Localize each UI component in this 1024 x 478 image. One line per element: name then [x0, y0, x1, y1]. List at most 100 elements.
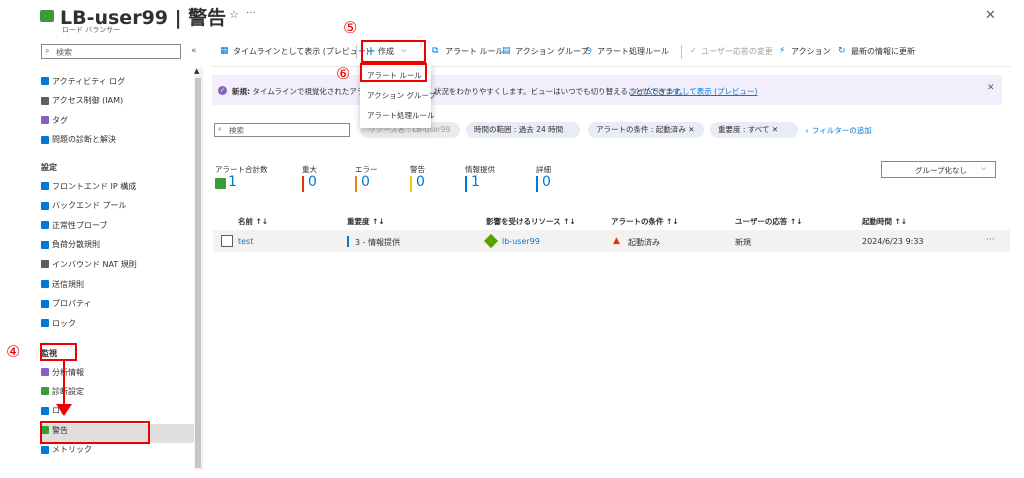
outbound-rules-icon: [41, 280, 49, 288]
filter-search-placeholder: 検索: [229, 126, 244, 135]
column-header-response[interactable]: ユーザーの応答 ↑↓: [735, 216, 803, 227]
annotation-box-monitoring: [40, 343, 77, 361]
sidebar-item[interactable]: アクティビティ ログ: [52, 73, 125, 89]
annotation-box-create: [361, 40, 426, 63]
sidebar-item[interactable]: バックエンド プール: [52, 198, 127, 214]
count-bar: [302, 176, 304, 192]
column-header-severity[interactable]: 重要度 ↑↓: [347, 216, 385, 227]
insights-icon: [41, 368, 49, 376]
star-icon[interactable]: ☆: [229, 8, 239, 21]
annotation-box-alert-rule: [360, 63, 427, 82]
sidebar-item[interactable]: 正常性プローブ: [52, 217, 108, 233]
severity-bar: [347, 236, 349, 247]
count-bar: [536, 176, 538, 192]
tag-icon: [41, 116, 49, 124]
sidebar-divider: [202, 68, 203, 470]
close-icon[interactable]: ✕: [985, 8, 996, 23]
filter-icon: ⍖: [805, 126, 810, 135]
menu-item-processing-rule[interactable]: アラート処理ルール: [367, 110, 435, 121]
response-value: 新規: [735, 238, 751, 247]
fired-time-value: 2024/6/23 9:33: [862, 237, 924, 246]
alert-rules-icon: ⧉: [432, 46, 439, 56]
remove-filter-icon[interactable]: ✕: [772, 125, 778, 134]
actions-icon: ⚡: [779, 46, 786, 56]
annotation-step-4: ④: [6, 342, 21, 361]
sidebar-item[interactable]: アクセス制御 (IAM): [52, 93, 123, 109]
condition-value: 起動済み: [628, 238, 660, 247]
nat-rules-icon: [41, 260, 49, 269]
count-value[interactable]: 0: [542, 174, 551, 190]
change-response-button[interactable]: ユーザー応答の変更: [701, 46, 773, 57]
backend-pool-icon: [41, 201, 49, 210]
logs-icon: [41, 406, 49, 415]
diagnostic-settings-icon: [41, 387, 49, 396]
alert-processing-rules-button[interactable]: アラート処理ルール: [597, 46, 669, 57]
annotation-step-5: ⑤: [343, 18, 358, 37]
count-bar: [410, 176, 412, 192]
remove-filter-icon[interactable]: ✕: [688, 125, 694, 134]
column-header-time[interactable]: 起動時間 ↑↓: [862, 216, 907, 227]
severity-value: 3 - 情報提供: [355, 238, 401, 247]
resource-link[interactable]: lb-user99: [502, 237, 540, 246]
menu-item-action-group[interactable]: アクション グループ: [367, 90, 436, 101]
column-header-resource[interactable]: 影響を受けるリソース ↑↓: [486, 216, 576, 227]
check-icon: ✓: [690, 46, 697, 55]
annotation-arrow-line: [63, 360, 65, 410]
timeline-icon: ▦: [220, 46, 229, 56]
sidebar-item[interactable]: ロック: [52, 315, 76, 331]
sidebar-item[interactable]: 問題の診断と解決: [52, 132, 116, 148]
lock-icon: [41, 319, 49, 328]
collapse-sidebar-icon[interactable]: «: [191, 46, 197, 56]
scroll-up-icon[interactable]: ▲: [194, 67, 199, 75]
alert-rules-button[interactable]: アラート ルール: [445, 46, 504, 57]
count-value[interactable]: 1: [228, 174, 237, 190]
toolbar-divider: [211, 66, 1011, 67]
row-more-icon[interactable]: ···: [986, 235, 995, 245]
metrics-icon: [41, 445, 49, 454]
page-subtitle: ロード バランサー: [62, 26, 121, 34]
sidebar-item[interactable]: タグ: [52, 112, 68, 128]
banner-text: 新規: タイムラインで視覚化されたアラー 状況をわかりやすくします。ビューはいつで…: [232, 87, 688, 96]
refresh-button[interactable]: 最新の情報に更新: [851, 46, 915, 57]
section-settings: 設定: [41, 163, 57, 172]
banner-link[interactable]: タイムラインとして表示 (プレビュー): [630, 86, 758, 97]
action-groups-button[interactable]: アクション グループ: [515, 46, 589, 57]
count-value[interactable]: 0: [361, 174, 370, 190]
action-groups-icon: ▤: [502, 46, 511, 56]
sidebar-item[interactable]: 診断設定: [52, 383, 84, 399]
alert-name-link[interactable]: test: [238, 237, 253, 246]
count-label: 情報提供: [465, 165, 495, 174]
activity-log-icon: [41, 77, 49, 85]
count-value[interactable]: 0: [416, 174, 425, 190]
alerts-total-icon: [215, 178, 226, 189]
sidebar-search-placeholder: 検索: [56, 48, 72, 57]
timeline-view-button[interactable]: タイムラインとして表示 (プレビュー): [233, 46, 369, 57]
chevron-down-icon: ⌵: [981, 164, 987, 172]
banner-close-icon[interactable]: ✕: [987, 83, 995, 93]
search-icon: ⌕: [218, 125, 222, 133]
frontend-ip-icon: [41, 182, 49, 190]
add-filter-button[interactable]: ⍖ フィルターの追加: [805, 125, 872, 136]
severity-filter-pill[interactable]: 重要度 : すべて ✕: [710, 122, 798, 138]
annotation-box-alerts: [40, 421, 150, 444]
row-checkbox[interactable]: [221, 235, 233, 247]
condition-filter-pill[interactable]: アラートの条件 : 起動済み ✕: [588, 122, 704, 138]
count-value[interactable]: 0: [308, 174, 317, 190]
sidebar-item[interactable]: インバウンド NAT 規則: [52, 256, 137, 272]
annotation-step-6: ⑥: [336, 64, 351, 83]
processing-rules-icon: ◷: [584, 46, 592, 56]
toolbar-separator: [681, 45, 682, 59]
column-header-condition[interactable]: アラートの条件 ↑↓: [611, 216, 679, 227]
sidebar-item[interactable]: 負荷分散規則: [52, 237, 100, 253]
sidebar-item[interactable]: 送信規則: [52, 276, 84, 292]
more-icon[interactable]: ···: [246, 8, 256, 19]
info-check-icon: ✓: [218, 86, 227, 95]
sidebar-item[interactable]: 分析情報: [52, 364, 84, 380]
column-header-name[interactable]: 名前 ↑↓: [238, 216, 268, 227]
pin-icon[interactable]: ⟡: [212, 9, 219, 20]
count-value[interactable]: 1: [471, 174, 480, 190]
sidebar-item[interactable]: プロパティ: [52, 296, 92, 312]
sidebar-item[interactable]: フロントエンド IP 構成: [52, 178, 136, 194]
time-range-filter-pill[interactable]: 時間の範囲 : 過去 24 時間: [466, 122, 580, 138]
sidebar-scrollbar-thumb[interactable]: [195, 78, 201, 468]
